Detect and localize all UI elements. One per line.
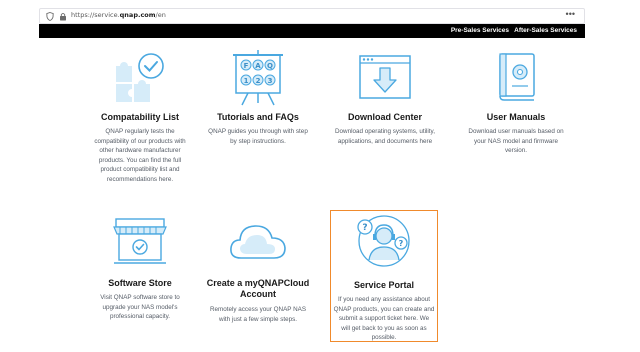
card-title[interactable]: Compatability List (75, 112, 205, 123)
svg-text:1: 1 (244, 77, 249, 85)
support-agent-icon: ? ? (357, 215, 410, 267)
card-title[interactable]: Create a myQNAPCloud Account (193, 278, 323, 300)
address-bar[interactable]: https://service.qnap.com/en ••• (39, 8, 585, 24)
lock-icon[interactable] (59, 12, 67, 21)
manual-book-icon (499, 53, 535, 101)
download-window-icon (359, 55, 411, 99)
svg-text:2: 2 (256, 77, 261, 85)
card-title[interactable]: Download Center (320, 112, 450, 123)
puzzle-check-icon (116, 53, 164, 102)
faq-board-icon: F A Q 1 2 3 (233, 50, 283, 106)
card-title[interactable]: Software Store (75, 278, 205, 289)
card-description: Download operating systems, utility, appl… (335, 128, 435, 145)
url-text[interactable]: https://service.qnap.com/en (71, 11, 166, 19)
card-description: Remotely access your QNAP NAS with just a… (209, 306, 307, 323)
card-title[interactable]: Service Portal (319, 280, 449, 291)
nav-pre-sales-services[interactable]: Pre-Sales Services (451, 27, 509, 34)
svg-text:Q: Q (267, 62, 273, 70)
svg-text:?: ? (399, 239, 404, 248)
cloud-icon (230, 225, 286, 259)
shield-icon[interactable] (46, 12, 54, 21)
svg-text:?: ? (362, 223, 367, 233)
card-description: Visit QNAP software store to upgrade your… (100, 294, 180, 321)
svg-text:A: A (255, 62, 261, 70)
card-description: Download user manuals based on your NAS m… (468, 128, 564, 155)
page-actions-menu-icon[interactable]: ••• (566, 9, 575, 19)
card-description: QNAP guides you through with step by step… (208, 128, 308, 145)
svg-text:3: 3 (268, 77, 273, 85)
svg-text:F: F (244, 62, 249, 70)
card-description: If you need any assistance about QNAP pro… (333, 296, 435, 342)
nav-after-sales-services[interactable]: After-Sales Services (514, 27, 577, 34)
top-navigation-bar: Pre-Sales Services After-Sales Services (39, 24, 585, 38)
card-title[interactable]: Tutorials and FAQs (193, 112, 323, 123)
card-description: QNAP regularly tests the compatibility of… (94, 128, 186, 183)
card-title[interactable]: User Manuals (451, 112, 581, 123)
store-icon (113, 218, 167, 264)
